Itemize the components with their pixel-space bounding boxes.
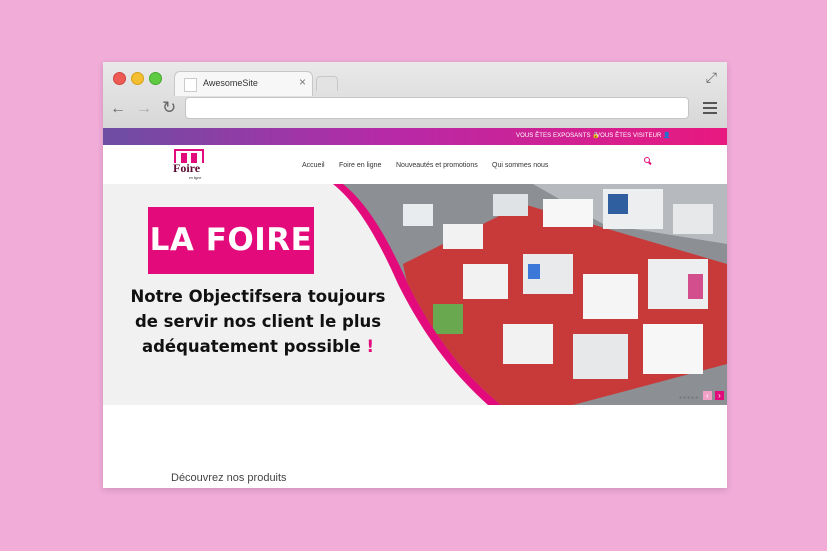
hero-headline-line1: Notre Objectifsera toujours bbox=[130, 287, 386, 306]
forward-icon[interactable]: → bbox=[136, 100, 152, 118]
site-header: Foire en ligne Accueil Foire en ligne No… bbox=[103, 145, 727, 184]
nav-nouveautes[interactable]: Nouveautés et promotions bbox=[396, 162, 478, 169]
close-window-button[interactable] bbox=[113, 72, 126, 85]
site-logo[interactable]: Foire en ligne bbox=[173, 149, 207, 181]
site-topbar: VOUS ÊTES EXPOSANTS 🔒 VOUS ÊTES VISITEUR… bbox=[103, 128, 727, 145]
browser-chrome: AwesomeSite × ⤢ ← → ↻ bbox=[103, 62, 727, 129]
nav-accueil[interactable]: Accueil bbox=[302, 162, 325, 169]
hero-headline: Notre Objectifsera toujours de servir no… bbox=[120, 284, 396, 359]
menu-icon[interactable] bbox=[703, 102, 717, 117]
browser-window: AwesomeSite × ⤢ ← → ↻ VOUS ÊTES EXPOSANT… bbox=[103, 62, 727, 488]
browser-tab[interactable]: AwesomeSite × bbox=[174, 71, 313, 96]
back-icon[interactable]: ← bbox=[110, 100, 126, 118]
maximize-window-button[interactable] bbox=[149, 72, 162, 85]
visiteur-link[interactable]: VOUS ÊTES VISITEUR 👤 bbox=[596, 132, 671, 139]
minimize-window-button[interactable] bbox=[131, 72, 144, 85]
tab-close-icon[interactable]: × bbox=[299, 75, 306, 89]
nav-foire-en-ligne[interactable]: Foire en ligne bbox=[339, 162, 381, 169]
hero-slider: LA FOIRE Notre Objectifsera toujours de … bbox=[103, 184, 727, 405]
slider-dots[interactable]: ●●●●● bbox=[679, 395, 699, 401]
chevron-left-icon[interactable]: ‹ bbox=[703, 391, 712, 400]
hero-badge-text: LA FOIRE bbox=[149, 222, 313, 258]
exposant-link[interactable]: VOUS ÊTES EXPOSANTS 🔒 bbox=[516, 132, 600, 139]
hero-headline-line2: de servir nos client le plus bbox=[134, 312, 382, 331]
logo-subtext: en ligne bbox=[189, 176, 202, 180]
expand-icon[interactable]: ⤢ bbox=[706, 69, 717, 86]
search-icon[interactable] bbox=[644, 157, 651, 164]
address-bar[interactable] bbox=[185, 97, 689, 119]
chevron-right-icon[interactable]: › bbox=[715, 391, 724, 400]
favicon-icon bbox=[184, 78, 197, 92]
new-tab-button[interactable] bbox=[316, 76, 338, 91]
hero-headline-exclamation: ! bbox=[366, 337, 375, 356]
tab-title: AwesomeSite bbox=[203, 78, 258, 88]
reload-icon[interactable]: ↻ bbox=[162, 98, 176, 118]
section-title: Découvrez nos produits bbox=[171, 472, 287, 484]
hero-badge: LA FOIRE bbox=[148, 207, 314, 274]
hero-headline-line3: adéquatement possible bbox=[141, 337, 361, 356]
nav-qui-sommes-nous[interactable]: Qui sommes nous bbox=[492, 162, 548, 169]
logo-text: Foire bbox=[173, 161, 201, 175]
